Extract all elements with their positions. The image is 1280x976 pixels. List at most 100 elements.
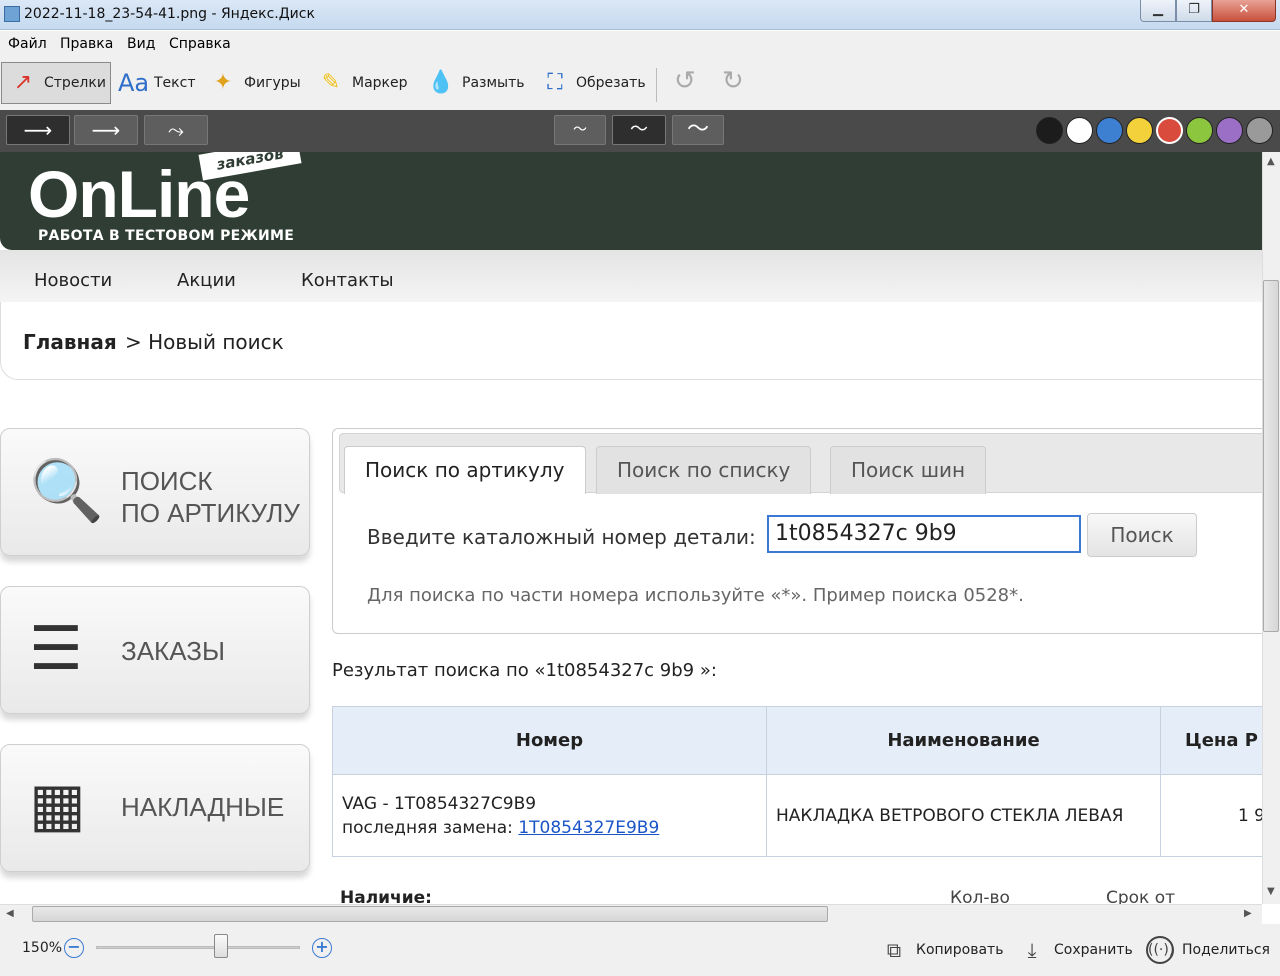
scroll-right-arrow[interactable]: ▶ xyxy=(1244,908,1252,919)
zoom-slider-handle[interactable] xyxy=(214,934,228,958)
status-bar: 150% − + ⧉ Копировать ⤓ Сохранить ((·)) … xyxy=(0,924,1280,976)
cell-price: 1 9 xyxy=(1160,774,1262,857)
tool-marker[interactable]: ✎ Маркер xyxy=(316,62,408,104)
arrow-style-2[interactable]: ⟶ xyxy=(74,115,138,145)
color-blue[interactable] xyxy=(1096,117,1123,144)
vertical-scroll-thumb[interactable] xyxy=(1263,280,1279,632)
nav-news[interactable]: Новости xyxy=(34,270,112,291)
breadcrumb: Главная > Новый поиск xyxy=(0,302,1262,380)
save-button[interactable]: ⤓ Сохранить xyxy=(1018,934,1133,966)
replacement-link[interactable]: 1T0854327E9B9 xyxy=(518,818,659,838)
search-hint: Для поиска по части номера используйте «… xyxy=(367,585,1024,606)
tool-blur-label: Размыть xyxy=(462,75,525,91)
part-number: VAG - 1T0854327C9B9 xyxy=(342,793,537,814)
tool-blur[interactable]: 💧 Размыть xyxy=(426,62,525,104)
line-thin[interactable]: ～ xyxy=(554,115,606,145)
line-medium[interactable]: ～ xyxy=(612,115,666,145)
color-yellow[interactable] xyxy=(1126,117,1153,144)
search-input[interactable]: 1t0854327c 9b9 xyxy=(767,515,1081,553)
side-button-search[interactable]: 🔍 ПОИСК ПО АРТИКУЛУ xyxy=(0,428,310,556)
tab-by-list[interactable]: Поиск по списку xyxy=(596,446,812,494)
share-button[interactable]: ((·)) Поделиться xyxy=(1146,934,1270,966)
scroll-left-arrow[interactable]: ◀ xyxy=(6,908,14,919)
tab-by-article[interactable]: Поиск по артикулу xyxy=(344,446,586,494)
text-icon: Aa xyxy=(118,69,150,97)
share-label: Поделиться xyxy=(1182,942,1270,958)
color-purple[interactable] xyxy=(1216,117,1243,144)
side-button-orders-label: ЗАКАЗЫ xyxy=(121,636,225,666)
download-icon: ⤓ xyxy=(1027,938,1037,962)
nav-promos[interactable]: Акции xyxy=(177,270,236,291)
redo-icon[interactable]: ↻ xyxy=(722,66,744,96)
minimize-button[interactable]: ▁ xyxy=(1140,0,1176,22)
tool-shapes[interactable]: ✦ Фигуры xyxy=(208,62,301,104)
breadcrumb-current: > Новый поиск xyxy=(125,330,284,354)
close-button[interactable]: ✕ xyxy=(1212,0,1276,22)
undo-icon[interactable]: ↺ xyxy=(674,66,696,96)
tool-crop[interactable]: ⛶ Обрезать xyxy=(540,62,646,104)
replacement-line: последняя замена: 1T0854327E9B9 xyxy=(342,816,766,840)
crop-icon: ⛶ xyxy=(547,70,563,95)
menu-bar: Файл Правка Вид Справка xyxy=(0,31,1280,58)
zoom-level: 150% xyxy=(22,940,63,956)
share-icon: ((·)) xyxy=(1146,936,1174,964)
menu-edit[interactable]: Правка xyxy=(60,36,113,52)
zoom-out-button[interactable]: − xyxy=(64,938,84,958)
site-header: OnLine заказов РАБОТА В ТЕСТОВОМ РЕЖИМЕ xyxy=(0,152,1262,250)
site-nav: Новости Акции Контакты xyxy=(0,250,1262,302)
results-table: Номер Наименование Цена Р VAG - 1T085432… xyxy=(332,706,1262,857)
shapes-icon: ✦ xyxy=(213,70,233,95)
nav-contacts[interactable]: Контакты xyxy=(301,270,394,291)
scroll-up-arrow[interactable]: ▲ xyxy=(1267,156,1275,167)
scroll-down-arrow[interactable]: ▼ xyxy=(1267,886,1275,897)
tool-crop-label: Обрезать xyxy=(576,75,646,91)
side-button-search-line1: ПОИСК xyxy=(121,466,213,496)
tool-arrows[interactable]: ↗ Стрелки xyxy=(1,62,111,104)
logo-subtitle: РАБОТА В ТЕСТОВОМ РЕЖИМЕ xyxy=(38,228,295,244)
color-gray[interactable] xyxy=(1246,117,1273,144)
col-price: Цена Р xyxy=(1160,706,1262,775)
menu-file[interactable]: Файл xyxy=(8,36,47,52)
menu-view[interactable]: Вид xyxy=(127,36,155,52)
search-tabs: Поиск по артикулу Поиск по списку Поиск … xyxy=(339,433,1262,494)
editor-toolbar: ↗ Стрелки Aa Текст ✦ Фигуры ✎ Маркер 💧 Р… xyxy=(0,58,1280,110)
marker-icon: ✎ xyxy=(321,70,341,95)
search-label: Введите каталожный номер детали: xyxy=(367,525,756,549)
tool-marker-label: Маркер xyxy=(352,75,408,91)
side-button-invoices[interactable]: ▦ НАКЛАДНЫЕ xyxy=(0,744,310,872)
table-header-row: Номер Наименование Цена Р xyxy=(332,706,1262,775)
zoom-in-button[interactable]: + xyxy=(312,938,332,958)
line-thick[interactable]: ～ xyxy=(672,115,724,145)
search-panel: Поиск по артикулу Поиск по списку Поиск … xyxy=(332,428,1262,634)
color-red[interactable] xyxy=(1156,117,1183,144)
search-button[interactable]: Поиск xyxy=(1087,513,1197,557)
side-button-invoices-label: НАКЛАДНЫЕ xyxy=(121,792,285,822)
copy-label: Копировать xyxy=(916,942,1004,958)
color-white[interactable] xyxy=(1066,117,1093,144)
arrow-style-1[interactable]: ⟶ xyxy=(6,115,70,145)
maximize-button[interactable]: ❐ xyxy=(1176,0,1212,22)
color-green[interactable] xyxy=(1186,117,1213,144)
table-row: VAG - 1T0854327C9B9 последняя замена: 1T… xyxy=(332,774,1262,857)
tool-shapes-label: Фигуры xyxy=(244,75,301,91)
side-button-orders[interactable]: ☰ ЗАКАЗЫ xyxy=(0,586,310,714)
breadcrumb-home[interactable]: Главная xyxy=(23,330,117,354)
tab-tires[interactable]: Поиск шин xyxy=(830,446,987,494)
availability-label: Наличие: xyxy=(340,888,432,904)
image-canvas[interactable]: OnLine заказов РАБОТА В ТЕСТОВОМ РЕЖИМЕ … xyxy=(0,152,1262,904)
cell-number: VAG - 1T0854327C9B9 последняя замена: 1T… xyxy=(332,774,767,857)
tool-arrows-label: Стрелки xyxy=(44,75,106,91)
toolbar-separator xyxy=(656,68,657,102)
result-title: Результат поиска по «1t0854327c 9b9 »: xyxy=(332,660,717,681)
zoom-slider-track[interactable] xyxy=(96,946,300,949)
tool-text-label: Текст xyxy=(154,75,196,91)
copy-button[interactable]: ⧉ Копировать xyxy=(880,934,1004,966)
col-number: Номер xyxy=(332,706,767,775)
save-label: Сохранить xyxy=(1054,942,1133,958)
arrow-style-3[interactable]: ⤳ xyxy=(144,115,208,145)
menu-help[interactable]: Справка xyxy=(169,36,231,52)
horizontal-scroll-thumb[interactable] xyxy=(32,906,828,922)
term-label: Срок от xyxy=(1106,888,1176,904)
tool-text[interactable]: Aa Текст xyxy=(118,62,195,104)
color-black[interactable] xyxy=(1036,117,1063,144)
